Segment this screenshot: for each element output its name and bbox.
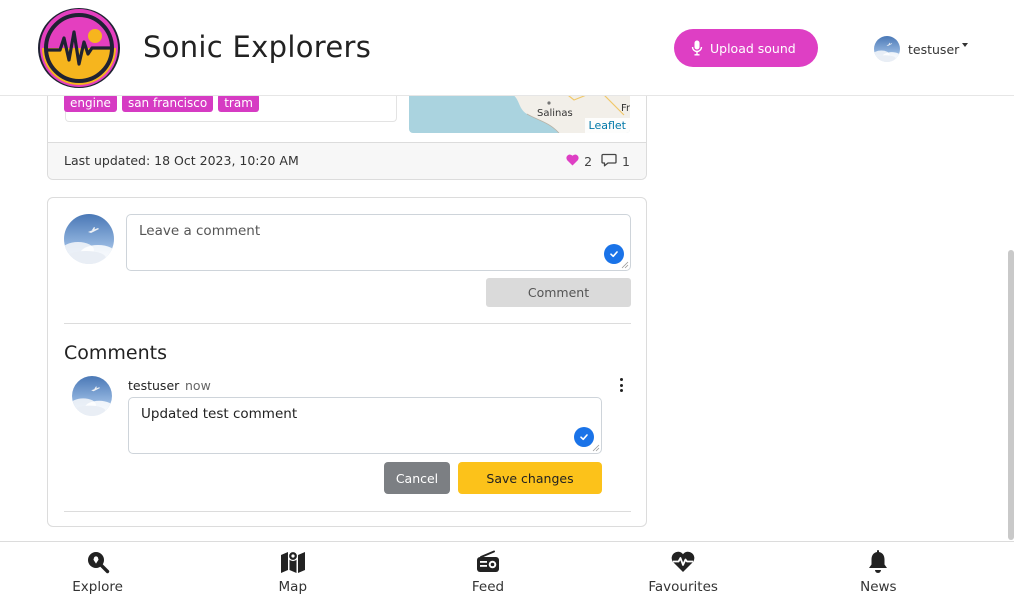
tag[interactable]: tram bbox=[218, 94, 259, 112]
app-logo[interactable] bbox=[38, 8, 120, 88]
nav-map-label: Map bbox=[278, 579, 308, 595]
caret-down-icon bbox=[962, 43, 969, 47]
save-changes-button[interactable]: Save changes bbox=[458, 462, 602, 494]
sound-stats: 2 1 bbox=[566, 153, 630, 170]
user-menu-toggle[interactable]: testuser bbox=[874, 35, 969, 63]
comments-heading: Comments bbox=[64, 342, 167, 364]
nav-explore[interactable]: Explore bbox=[0, 542, 195, 600]
search-location-icon bbox=[86, 550, 110, 574]
username-label: testuser bbox=[908, 41, 960, 57]
comment-input[interactable]: Leave a comment bbox=[126, 214, 631, 271]
comment-input-placeholder: Leave a comment bbox=[139, 223, 261, 239]
check-icon bbox=[574, 427, 594, 447]
current-user-avatar bbox=[64, 214, 114, 264]
nav-news[interactable]: News bbox=[781, 542, 976, 600]
page-scrollbar[interactable] bbox=[1008, 250, 1014, 540]
last-updated-text: Last updated: 18 Oct 2023, 10:20 AM bbox=[64, 153, 299, 168]
nav-explore-label: Explore bbox=[72, 579, 123, 595]
nav-news-label: News bbox=[860, 579, 897, 595]
edit-comment-input[interactable]: Updated test comment bbox=[128, 397, 602, 454]
comment-author-avatar bbox=[72, 376, 112, 416]
map-icon bbox=[280, 550, 306, 574]
likes-count: 2 bbox=[584, 154, 593, 169]
bell-icon bbox=[867, 550, 889, 574]
divider bbox=[64, 511, 631, 512]
comment-timestamp: now bbox=[185, 378, 211, 393]
comment-options-icon[interactable] bbox=[616, 376, 626, 394]
top-navbar: Sonic Explorers Upload sound testuser bbox=[0, 0, 1014, 96]
user-avatar bbox=[874, 36, 900, 62]
comment-bubble-icon bbox=[601, 153, 617, 170]
comments-card: Leave a comment Comment Comments testuse… bbox=[47, 197, 647, 527]
nav-feed-label: Feed bbox=[471, 579, 505, 595]
bottom-navigation: Explore Map Feed Favourites News bbox=[0, 541, 1014, 600]
upload-sound-button[interactable]: Upload sound bbox=[674, 29, 818, 67]
upload-sound-label: Upload sound bbox=[710, 40, 796, 56]
comments-count: 1 bbox=[622, 154, 630, 169]
radio-icon bbox=[476, 550, 500, 574]
resize-handle-icon[interactable] bbox=[621, 261, 629, 269]
map-edge-label: Fr bbox=[621, 103, 630, 114]
heart-pulse-icon bbox=[670, 550, 696, 574]
comment-submit-button[interactable]: Comment bbox=[486, 278, 631, 307]
edit-comment-text: Updated test comment bbox=[141, 406, 298, 422]
nav-feed[interactable]: Feed bbox=[390, 542, 585, 600]
nav-favourites-label: Favourites bbox=[648, 579, 718, 595]
tag-list: engine san francisco tram bbox=[64, 94, 259, 112]
app-title[interactable]: Sonic Explorers bbox=[143, 30, 371, 64]
microphone-icon bbox=[691, 40, 703, 59]
nav-favourites[interactable]: Favourites bbox=[586, 542, 781, 600]
nav-map[interactable]: Map bbox=[195, 542, 390, 600]
resize-handle-icon[interactable] bbox=[592, 444, 600, 452]
tag[interactable]: engine bbox=[64, 94, 117, 112]
map-city-label: Salinas bbox=[537, 108, 573, 119]
tag[interactable]: san francisco bbox=[121, 94, 214, 112]
divider bbox=[64, 323, 631, 324]
heart-icon[interactable] bbox=[566, 154, 579, 169]
map-attribution-link[interactable]: Leaflet bbox=[584, 118, 630, 133]
comment-author[interactable]: testuser bbox=[128, 378, 179, 393]
sound-card-footer: Last updated: 18 Oct 2023, 10:20 AM 2 1 bbox=[48, 142, 646, 179]
cancel-edit-button[interactable]: Cancel bbox=[384, 462, 450, 494]
